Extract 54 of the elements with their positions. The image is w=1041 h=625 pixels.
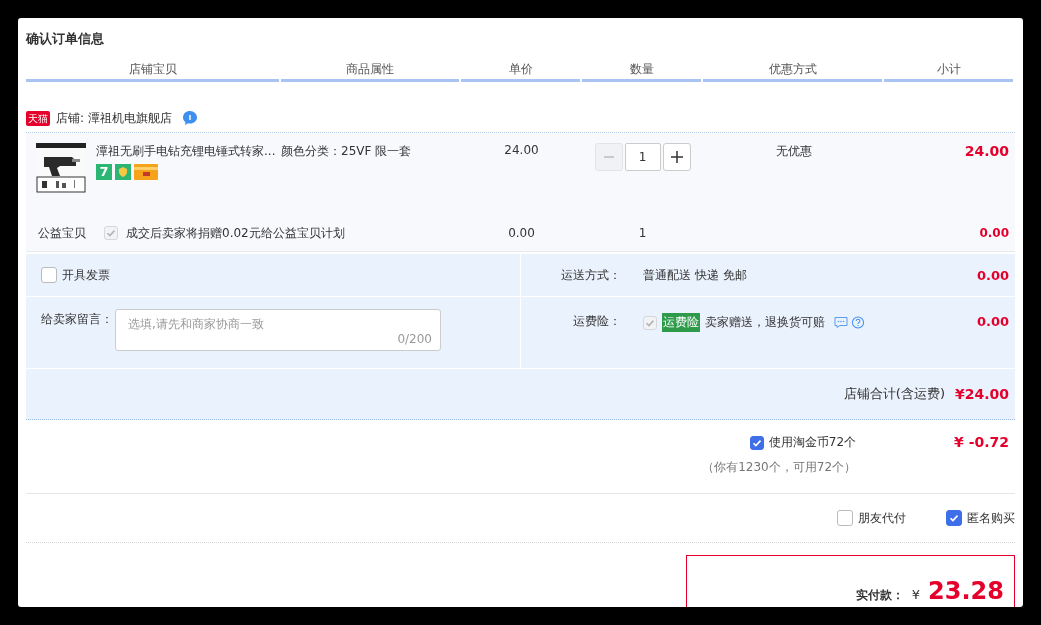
page-title: 确认订单信息 xyxy=(26,30,105,48)
shipping-fee: 0.00 xyxy=(976,267,1010,283)
coins-note: （你有1230个，可用72个） xyxy=(702,459,857,476)
option-label: 朋友代付 xyxy=(858,509,906,527)
insurance-label: 运费险： xyxy=(572,313,621,330)
shipping-label: 运送方式： xyxy=(560,266,621,284)
product-name[interactable]: 潭祖无刷手电钻充锂电锤式转家... xyxy=(96,143,276,160)
shipping-method[interactable]: 普通配送 快递 免邮 xyxy=(643,266,977,284)
checkmark-icon xyxy=(948,512,960,524)
insurance-tag: 运费险 xyxy=(662,313,700,332)
charity-label: 公益宝贝 xyxy=(38,224,86,242)
shop-name[interactable]: 店铺: 潭祖机电旗舰店 xyxy=(56,109,172,127)
unit-price: 24.00 xyxy=(503,143,540,159)
unit-price: 0.00 xyxy=(507,226,536,240)
subtotal: 24.00 xyxy=(963,143,1010,161)
invoice-label: 开具发票 xyxy=(62,266,110,284)
option-label: 匿名购买 xyxy=(967,509,1015,527)
coins-discount: ¥ -0.72 xyxy=(954,434,1009,452)
quantity-text: 1 xyxy=(637,226,648,240)
shop-total-label: 店铺合计(含运费) xyxy=(843,385,945,403)
coins-label: 使用淘金币72个 xyxy=(768,434,857,451)
plus-icon xyxy=(669,150,684,164)
column-header: 数量 xyxy=(582,60,701,82)
service-badge: 7 xyxy=(96,164,112,180)
help-icon[interactable] xyxy=(851,316,865,329)
shield-icon xyxy=(115,164,131,180)
checkbox[interactable] xyxy=(749,435,764,450)
checkbox[interactable] xyxy=(837,510,853,526)
payment-amount: 23.28 xyxy=(928,578,1004,604)
store-badge: 天猫 xyxy=(26,110,50,126)
quantity-field[interactable]: 1 xyxy=(624,143,661,171)
message-icon[interactable] xyxy=(834,316,848,329)
shop-total: ¥24.00 xyxy=(954,386,1009,402)
column-header: 小计 xyxy=(884,60,1013,82)
increase-button[interactable] xyxy=(662,143,691,171)
discount-text: 无优惠 xyxy=(774,143,813,160)
checkbox[interactable] xyxy=(946,510,962,526)
product-attribute: 颜色分类：25VF 限一套 xyxy=(281,143,413,160)
column-header: 优惠方式 xyxy=(703,60,882,82)
column-header: 单价 xyxy=(461,60,580,82)
currency-sign: ¥ xyxy=(911,587,921,603)
checkbox[interactable] xyxy=(41,267,57,283)
column-header: 店铺宝贝 xyxy=(26,60,279,82)
column-header: 商品属性 xyxy=(281,60,459,82)
payment-label: 实付款： xyxy=(855,587,904,603)
charity-text: 成交后卖家将捐赠0.02元给公益宝贝计划 xyxy=(126,224,345,242)
subtotal: 0.00 xyxy=(978,226,1010,240)
insurance-fee: 0.00 xyxy=(976,313,1010,329)
decrease-button[interactable] xyxy=(594,143,623,171)
card-icon xyxy=(134,164,158,180)
insurance-text: 卖家赠送，退换货可赔 xyxy=(705,314,825,331)
checkmark-icon xyxy=(105,227,117,239)
chat-icon[interactable] xyxy=(181,110,198,126)
message-label: 给卖家留言： xyxy=(40,311,113,328)
